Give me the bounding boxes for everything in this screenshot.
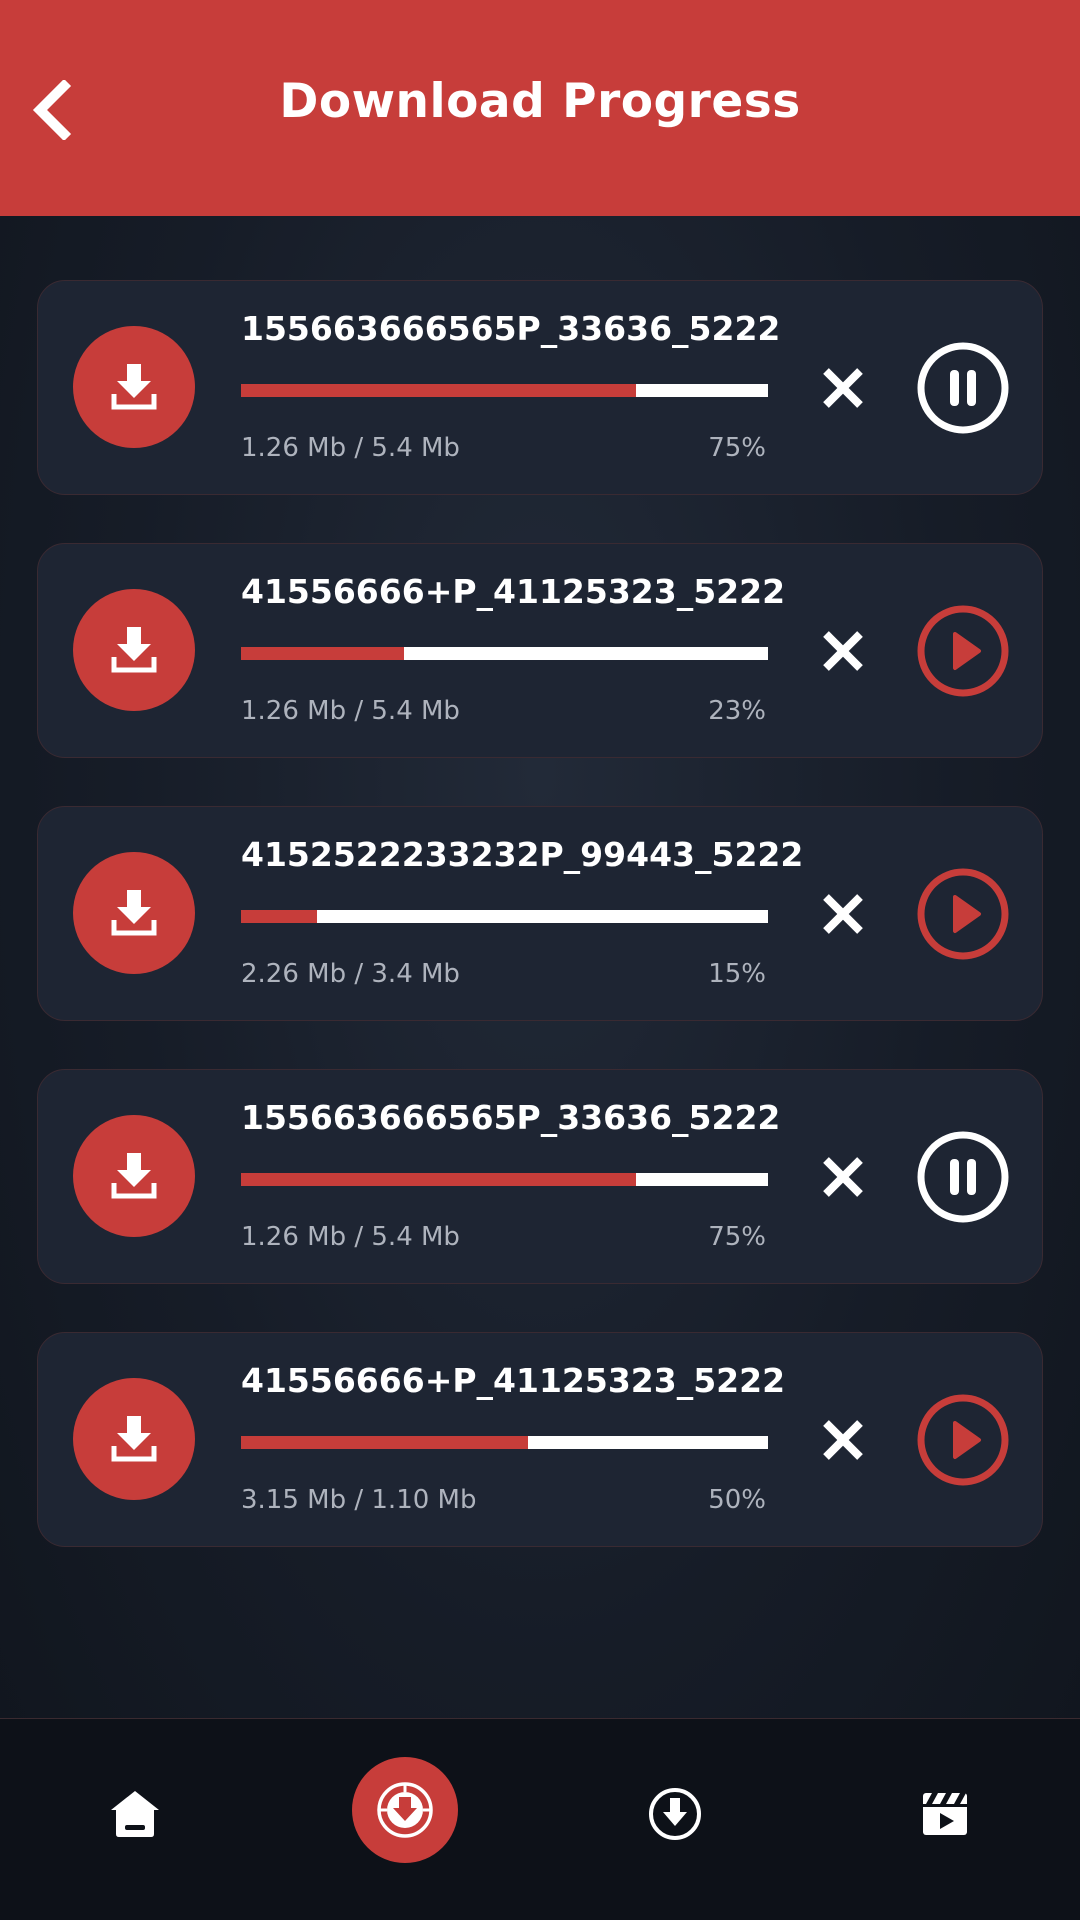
nav-downloads[interactable] [640, 1779, 710, 1849]
close-icon [823, 894, 863, 934]
close-icon [823, 368, 863, 408]
video-library-icon [923, 1793, 967, 1835]
size-progress-text: 1.26 Mb / 5.4 Mb [241, 1222, 460, 1252]
download-icon [111, 1416, 157, 1462]
size-progress-text: 2.26 Mb / 3.4 Mb [241, 959, 460, 989]
cancel-button[interactable] [818, 1152, 868, 1202]
pause-icon [917, 342, 1009, 434]
percent-text: 75% [708, 433, 766, 463]
percent-text: 50% [708, 1485, 766, 1515]
download-item: 4152522233232P_99443_5222 2.26 Mb / 3.4 M… [37, 806, 1043, 1021]
progress-bar [241, 384, 768, 397]
close-icon [823, 1157, 863, 1197]
resume-button[interactable] [916, 867, 1010, 961]
progress-bar-fill [241, 1436, 529, 1449]
pause-button[interactable] [916, 1130, 1010, 1224]
progress-bar-fill [241, 910, 318, 923]
cancel-button[interactable] [818, 889, 868, 939]
file-name: 41556666+P_41125323_5222 [241, 1361, 786, 1400]
percent-text: 23% [708, 696, 766, 726]
play-icon [917, 868, 1009, 960]
download-item: 41556666+P_41125323_5222 3.15 Mb / 1.10 M… [37, 1332, 1043, 1547]
play-icon [917, 605, 1009, 697]
percent-text: 75% [708, 1222, 766, 1252]
download-icon [111, 627, 157, 673]
bottom-nav [0, 1718, 1080, 1920]
download-badge [73, 326, 195, 448]
size-progress-text: 1.26 Mb / 5.4 Mb [241, 696, 460, 726]
download-center-icon [377, 1782, 433, 1838]
play-icon [917, 1394, 1009, 1486]
percent-text: 15% [708, 959, 766, 989]
progress-bar-fill [241, 384, 637, 397]
download-icon [111, 1153, 157, 1199]
file-name: 41556666+P_41125323_5222 [241, 572, 786, 611]
nav-download-center[interactable] [352, 1757, 458, 1863]
downloads-icon [649, 1788, 701, 1840]
download-badge [73, 852, 195, 974]
download-icon [111, 364, 157, 410]
home-icon [111, 1791, 159, 1837]
size-progress-text: 1.26 Mb / 5.4 Mb [241, 433, 460, 463]
resume-button[interactable] [916, 1393, 1010, 1487]
close-icon [823, 631, 863, 671]
progress-bar [241, 1436, 768, 1449]
cancel-button[interactable] [818, 626, 868, 676]
nav-home[interactable] [100, 1779, 170, 1849]
resume-button[interactable] [916, 604, 1010, 698]
file-name: 4152522233232P_99443_5222 [241, 835, 804, 874]
page-title: Download Progress [279, 74, 801, 129]
progress-bar-fill [241, 647, 405, 660]
nav-video-library[interactable] [910, 1779, 980, 1849]
file-name: 155663666565P_33636_5222 [241, 309, 781, 348]
download-list: 155663666565P_33636_5222 1.26 Mb / 5.4 Mb… [37, 280, 1043, 1595]
pause-icon [917, 1131, 1009, 1223]
progress-bar [241, 647, 768, 660]
file-name: 155663666565P_33636_5222 [241, 1098, 781, 1137]
download-item: 41556666+P_41125323_5222 1.26 Mb / 5.4 Mb… [37, 543, 1043, 758]
download-item: 155663666565P_33636_5222 1.26 Mb / 5.4 Mb… [37, 280, 1043, 495]
progress-bar [241, 1173, 768, 1186]
close-icon [823, 1420, 863, 1460]
size-progress-text: 3.15 Mb / 1.10 Mb [241, 1485, 477, 1515]
download-item: 155663666565P_33636_5222 1.26 Mb / 5.4 Mb… [37, 1069, 1043, 1284]
download-icon [111, 890, 157, 936]
download-badge [73, 1378, 195, 1500]
progress-bar-fill [241, 1173, 637, 1186]
pause-button[interactable] [916, 341, 1010, 435]
progress-bar [241, 910, 768, 923]
header-bar: Download Progress [0, 0, 1080, 216]
download-badge [73, 589, 195, 711]
download-badge [73, 1115, 195, 1237]
cancel-button[interactable] [818, 1415, 868, 1465]
cancel-button[interactable] [818, 363, 868, 413]
